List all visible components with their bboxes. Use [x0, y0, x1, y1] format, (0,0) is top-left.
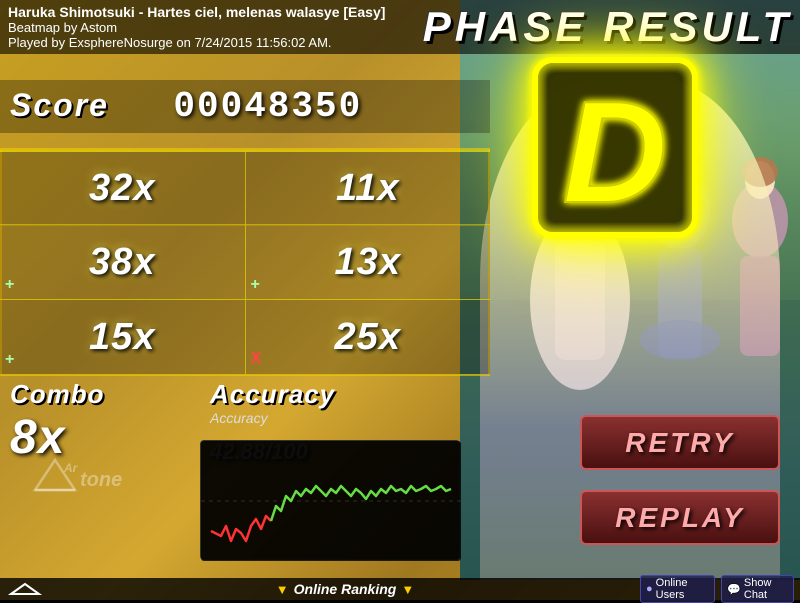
stat-value-3-right: 25x	[335, 316, 401, 359]
stat-value-2-left: 38x	[89, 241, 155, 284]
stats-table: 32x 11x + 38x + 13x + 15x x 25x	[0, 150, 490, 375]
plus-icon-2-right: +	[251, 276, 260, 294]
online-users-button[interactable]: ● Online Users	[640, 575, 715, 603]
svg-text:D: D	[563, 71, 668, 233]
accuracy-chart	[200, 440, 460, 560]
online-ranking-section[interactable]: ▼ Online Ranking ▼	[50, 581, 640, 597]
score-label: Score	[10, 87, 109, 123]
retry-button[interactable]: RETRY	[580, 415, 780, 470]
combo-label: Combo	[0, 375, 200, 410]
beatmap-by: Beatmap by Astom	[8, 20, 385, 35]
footer: ▼ Online Ranking ▼ ● Online Users 💬 Show…	[0, 578, 800, 600]
svg-text:tone: tone	[80, 469, 122, 491]
replay-label: REPLAY	[615, 502, 745, 534]
accuracy-label: Accuracy	[200, 375, 490, 410]
retry-label: RETRY	[625, 427, 734, 459]
stat-cell-2-right: + 13x	[246, 225, 491, 299]
stat-value-3-left: 15x	[89, 316, 155, 359]
stat-value-1-right: 11x	[336, 167, 400, 210]
online-users-text: Online Users	[656, 577, 710, 601]
accuracy-chart-label: Accuracy	[200, 410, 490, 426]
artone-logo: tone Ar	[30, 450, 150, 507]
footer-left	[0, 580, 50, 598]
stat-value-1-left: 32x	[89, 167, 155, 210]
stats-row-3: + 15x x 25x	[0, 300, 490, 375]
song-info: Haruka Shimotsuki - Hartes ciel, melenas…	[8, 4, 385, 50]
song-title: Haruka Shimotsuki - Hartes ciel, melenas…	[8, 4, 385, 20]
stat-cell-1-left: 32x	[0, 152, 246, 224]
stats-row-2: + 38x + 13x	[0, 225, 490, 300]
phase-result-title: PHASE RESULT	[423, 4, 792, 48]
score-value: 00048350	[173, 86, 362, 127]
score-section: Score 00048350	[0, 80, 490, 133]
show-chat-text: Show Chat	[744, 577, 788, 601]
online-ranking-arrow-left: ▼	[276, 582, 289, 597]
plus-icon-2-left: +	[5, 276, 14, 294]
online-ranking-arrow-right: ▼	[401, 582, 414, 597]
stats-row-1: 32x 11x	[0, 150, 490, 225]
show-chat-button[interactable]: 💬 Show Chat	[721, 575, 794, 603]
plus-icon-3-left: +	[5, 351, 14, 369]
stat-cell-3-left: + 15x	[0, 300, 246, 374]
stat-cell-1-right: 11x	[246, 152, 491, 224]
header: Haruka Shimotsuki - Hartes ciel, melenas…	[0, 0, 800, 54]
replay-button[interactable]: REPLAY	[580, 490, 780, 545]
online-ranking-text: Online Ranking	[294, 581, 397, 597]
footer-right: ● Online Users 💬 Show Chat	[640, 575, 800, 603]
grade-display: D	[520, 50, 710, 250]
stat-cell-2-left: + 38x	[0, 225, 246, 299]
stat-value-2-right: 13x	[335, 241, 401, 284]
stat-cell-3-right: x 25x	[246, 300, 491, 374]
played-by: Played by ExsphereNosurge on 7/24/2015 1…	[8, 35, 385, 50]
svg-text:Ar: Ar	[63, 461, 79, 475]
x-icon-3-right: x	[251, 346, 262, 369]
